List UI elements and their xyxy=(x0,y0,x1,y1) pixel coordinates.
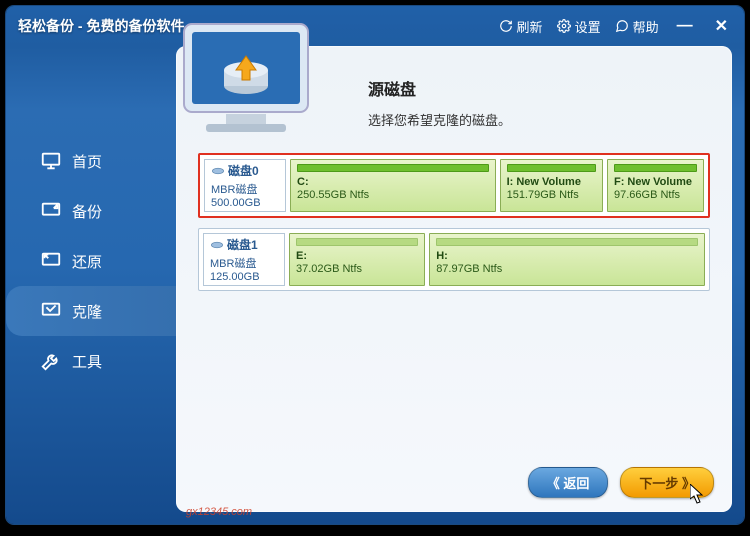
page-subtitle: 选择您希望克隆的磁盘。 xyxy=(368,110,710,129)
backup-icon xyxy=(40,200,62,222)
partitions: E:37.02GB NtfsH:87.97GB Ntfs xyxy=(289,233,705,286)
disk-info: 磁盘0MBR磁盘500.00GB xyxy=(204,159,286,212)
clone-icon xyxy=(40,300,62,322)
titlebar-actions: 刷新 设置 帮助 — ✕ xyxy=(499,16,732,36)
sidebar-item-label: 首页 xyxy=(72,151,102,172)
sidebar-item-home[interactable]: 首页 xyxy=(6,136,176,186)
restore-icon xyxy=(40,250,62,272)
refresh-button[interactable]: 刷新 xyxy=(499,17,543,36)
sidebar-item-label: 工具 xyxy=(72,351,102,372)
page-title: 源磁盘 xyxy=(368,76,710,100)
tools-icon xyxy=(40,350,62,372)
monitor-illustration xyxy=(166,16,326,156)
app-title: 轻松备份 - 免费的备份软件 xyxy=(18,16,184,36)
sidebar-item-label: 还原 xyxy=(72,251,102,272)
help-button[interactable]: 帮助 xyxy=(615,17,659,36)
heading-area: 源磁盘 选择您希望克隆的磁盘。 xyxy=(368,76,710,129)
minimize-button[interactable]: — xyxy=(673,17,697,35)
sidebar-item-restore[interactable]: 还原 xyxy=(6,236,176,286)
settings-button[interactable]: 设置 xyxy=(557,17,601,36)
cursor-icon xyxy=(690,484,706,504)
disk-info: 磁盘1MBR磁盘125.00GB xyxy=(203,233,285,286)
disk-row[interactable]: 磁盘1MBR磁盘125.00GBE:37.02GB NtfsH:87.97GB … xyxy=(198,228,710,291)
monitor-icon xyxy=(40,150,62,172)
disk-list: 磁盘0MBR磁盘500.00GBC:250.55GB NtfsI: New Vo… xyxy=(198,153,710,291)
partition[interactable]: H:87.97GB Ntfs xyxy=(429,233,705,286)
sidebar-item-clone[interactable]: 克隆 xyxy=(6,286,178,336)
footer-buttons: 《 返回 下一步 》 xyxy=(528,467,714,498)
partition[interactable]: E:37.02GB Ntfs xyxy=(289,233,425,286)
sidebar: 首页 备份 还原 克隆 工具 xyxy=(6,46,176,512)
gear-icon xyxy=(557,19,571,33)
titlebar: 轻松备份 - 免费的备份软件 刷新 设置 帮助 — ✕ xyxy=(6,6,744,46)
content-panel: 源磁盘 选择您希望克隆的磁盘。 磁盘0MBR磁盘500.00GBC:250.55… xyxy=(176,46,732,512)
sidebar-item-tools[interactable]: 工具 xyxy=(6,336,176,386)
help-icon xyxy=(615,19,629,33)
sidebar-item-backup[interactable]: 备份 xyxy=(6,186,176,236)
back-button[interactable]: 《 返回 xyxy=(528,467,609,498)
refresh-icon xyxy=(499,19,513,33)
partition[interactable]: F: New Volume97.66GB Ntfs xyxy=(607,159,704,212)
partition[interactable]: I: New Volume151.79GB Ntfs xyxy=(500,159,603,212)
partitions: C:250.55GB NtfsI: New Volume151.79GB Ntf… xyxy=(290,159,704,212)
sidebar-item-label: 克隆 xyxy=(72,301,102,322)
close-button[interactable]: ✕ xyxy=(711,16,732,36)
partition[interactable]: C:250.55GB Ntfs xyxy=(290,159,496,212)
disk-row[interactable]: 磁盘0MBR磁盘500.00GBC:250.55GB NtfsI: New Vo… xyxy=(198,153,710,218)
app-window: 轻松备份 - 免费的备份软件 刷新 设置 帮助 — ✕ 首页 xyxy=(6,6,744,524)
sidebar-item-label: 备份 xyxy=(72,201,102,222)
main-area: 首页 备份 还原 克隆 工具 xyxy=(6,46,732,512)
watermark: gx12345.com xyxy=(186,506,252,518)
